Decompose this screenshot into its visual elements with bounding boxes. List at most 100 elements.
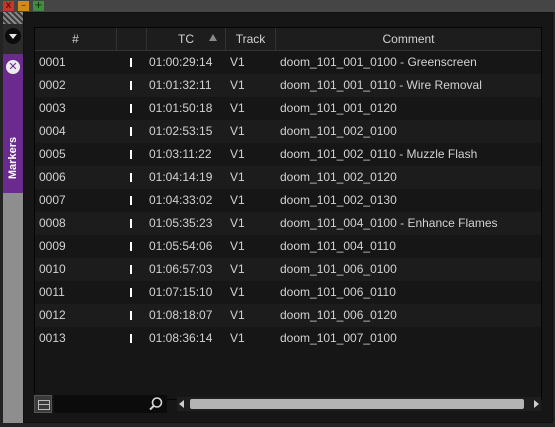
table-row[interactable]: 0006 01:04:14:19 V1 doom_101_002_0120 bbox=[35, 166, 541, 189]
table-row[interactable]: 0013 01:08:36:14 V1 doom_101_007_0100 bbox=[35, 327, 541, 350]
table-row[interactable]: 0005 01:03:11:22 V1 doom_101_002_0110 - Muz… bbox=[35, 143, 541, 166]
column-header-track[interactable]: Track bbox=[226, 28, 276, 50]
cell-track: V1 bbox=[230, 170, 245, 184]
scrollbar-thumb[interactable] bbox=[190, 399, 524, 409]
cell-number: 0010 bbox=[39, 262, 66, 276]
cell-number: 0009 bbox=[39, 239, 66, 253]
cell-comment: doom_101_001_0100 - Greenscreen bbox=[280, 55, 477, 69]
scroll-left-icon[interactable] bbox=[179, 400, 184, 408]
tab-close-icon[interactable]: ✕ bbox=[6, 60, 20, 74]
marker-color-swatch bbox=[130, 242, 132, 251]
cell-track: V1 bbox=[230, 55, 245, 69]
column-header-marker-color[interactable] bbox=[117, 28, 147, 50]
search-icon[interactable] bbox=[148, 396, 164, 412]
marker-color-swatch bbox=[130, 104, 132, 113]
cell-tc: 01:04:33:02 bbox=[149, 193, 213, 207]
horizontal-scrollbar[interactable] bbox=[177, 397, 541, 411]
table-row[interactable]: 0010 01:06:57:03 V1 doom_101_006_0100 bbox=[35, 258, 541, 281]
cell-tc: 01:00:29:14 bbox=[149, 55, 213, 69]
scroll-right-icon[interactable] bbox=[534, 400, 539, 408]
cell-track: V1 bbox=[230, 262, 245, 276]
cell-tc: 01:08:36:14 bbox=[149, 331, 213, 345]
cell-track: V1 bbox=[230, 285, 245, 299]
cell-comment: doom_101_002_0130 bbox=[280, 193, 397, 207]
markers-panel: # TC Track Comment 0001 01:00:29:14 V1 doom… bbox=[23, 12, 553, 423]
table-row[interactable]: 0004 01:02:53:15 V1 doom_101_002_0100 bbox=[35, 120, 541, 143]
cell-number: 0005 bbox=[39, 147, 66, 161]
marker-color-swatch bbox=[130, 127, 132, 136]
table-row[interactable]: 0012 01:08:18:07 V1 doom_101_006_0120 bbox=[35, 304, 541, 327]
table-row[interactable]: 0007 01:04:33:02 V1 doom_101_002_0130 bbox=[35, 189, 541, 212]
cell-track: V1 bbox=[230, 308, 245, 322]
cell-comment: doom_101_006_0110 bbox=[280, 285, 396, 299]
cell-tc: 01:06:57:03 bbox=[149, 262, 213, 276]
cell-number: 0003 bbox=[39, 101, 66, 115]
cell-comment: doom_101_002_0120 bbox=[280, 170, 397, 184]
marker-color-swatch bbox=[130, 311, 132, 320]
cell-tc: 01:04:14:19 bbox=[149, 170, 213, 184]
cell-tc: 01:05:35:23 bbox=[149, 216, 213, 230]
cell-comment: doom_101_007_0100 bbox=[280, 331, 397, 345]
panel-menu-dropdown-button[interactable] bbox=[5, 28, 21, 44]
table-row[interactable]: 0002 01:01:32:11 V1 doom_101_001_0110 - Wir… bbox=[35, 74, 541, 97]
cell-track: V1 bbox=[230, 147, 245, 161]
table-body: 0001 01:00:29:14 V1 doom_101_001_0100 - Gre… bbox=[35, 51, 541, 350]
cell-comment: doom_101_004_0100 - Enhance Flames bbox=[280, 216, 498, 230]
cell-number: 0013 bbox=[39, 331, 66, 345]
marker-color-swatch bbox=[130, 58, 132, 67]
tab-strip-background bbox=[3, 193, 23, 423]
table-row[interactable]: 0009 01:05:54:06 V1 doom_101_004_0110 bbox=[35, 235, 541, 258]
cell-number: 0006 bbox=[39, 170, 66, 184]
column-header-number[interactable]: # bbox=[35, 28, 117, 50]
marker-color-swatch bbox=[130, 265, 132, 274]
cell-track: V1 bbox=[230, 193, 245, 207]
cell-track: V1 bbox=[230, 216, 245, 230]
tab-markers-label: Markers bbox=[7, 136, 19, 180]
cell-number: 0012 bbox=[39, 308, 66, 322]
cell-number: 0001 bbox=[39, 55, 66, 69]
sort-ascending-icon[interactable] bbox=[209, 34, 217, 41]
window-title bbox=[50, 0, 555, 12]
panel-side-strip: ✕ Markers bbox=[3, 12, 23, 423]
window-title-bar: x – + bbox=[0, 0, 555, 12]
column-header-tc-label: TC bbox=[178, 32, 194, 46]
marker-color-swatch bbox=[130, 196, 132, 205]
cell-track: V1 bbox=[230, 78, 245, 92]
cell-comment: doom_101_002_0110 - Muzzle Flash bbox=[280, 147, 478, 161]
marker-color-swatch bbox=[130, 150, 132, 159]
table-row[interactable]: 0003 01:01:50:18 V1 doom_101_001_0120 bbox=[35, 97, 541, 120]
cell-tc: 01:02:53:15 bbox=[149, 124, 213, 138]
cell-track: V1 bbox=[230, 239, 245, 253]
window-minimize-button[interactable]: – bbox=[18, 1, 29, 11]
marker-color-swatch bbox=[130, 288, 132, 297]
tab-markers[interactable]: ✕ Markers bbox=[3, 54, 23, 193]
cell-tc: 01:03:11:22 bbox=[149, 147, 212, 161]
cell-comment: doom_101_006_0100 bbox=[280, 262, 397, 276]
cell-comment: doom_101_004_0110 bbox=[280, 239, 396, 253]
cell-tc: 01:07:15:10 bbox=[149, 285, 213, 299]
cell-tc: 01:01:50:18 bbox=[149, 101, 213, 115]
cell-comment: doom_101_006_0120 bbox=[280, 308, 397, 322]
table-row[interactable]: 0008 01:05:35:23 V1 doom_101_004_0100 - Enh… bbox=[35, 212, 541, 235]
cell-tc: 01:05:54:06 bbox=[149, 239, 213, 253]
cell-track: V1 bbox=[230, 124, 245, 138]
marker-color-swatch bbox=[130, 334, 132, 343]
drag-grip[interactable] bbox=[3, 12, 23, 24]
marker-color-swatch bbox=[130, 81, 132, 90]
cell-comment: doom_101_001_0120 bbox=[280, 101, 397, 115]
table-row[interactable]: 0001 01:00:29:14 V1 doom_101_001_0100 - Gre… bbox=[35, 51, 541, 74]
marker-color-swatch bbox=[130, 219, 132, 228]
marker-color-swatch bbox=[130, 173, 132, 182]
table-header: # TC Track Comment bbox=[35, 28, 541, 51]
cell-comment: doom_101_001_0110 - Wire Removal bbox=[280, 78, 482, 92]
list-view-icon[interactable] bbox=[34, 395, 52, 413]
window-close-button[interactable]: x bbox=[3, 1, 14, 11]
window-maximize-button[interactable]: + bbox=[33, 1, 44, 11]
table-row[interactable]: 0011 01:07:15:10 V1 doom_101_006_0110 bbox=[35, 281, 541, 304]
cell-number: 0008 bbox=[39, 216, 66, 230]
markers-table: # TC Track Comment 0001 01:00:29:14 V1 doom… bbox=[34, 27, 542, 400]
cell-track: V1 bbox=[230, 101, 245, 115]
column-header-comment[interactable]: Comment bbox=[276, 28, 541, 50]
cell-number: 0011 bbox=[39, 285, 65, 299]
cell-comment: doom_101_002_0100 bbox=[280, 124, 397, 138]
